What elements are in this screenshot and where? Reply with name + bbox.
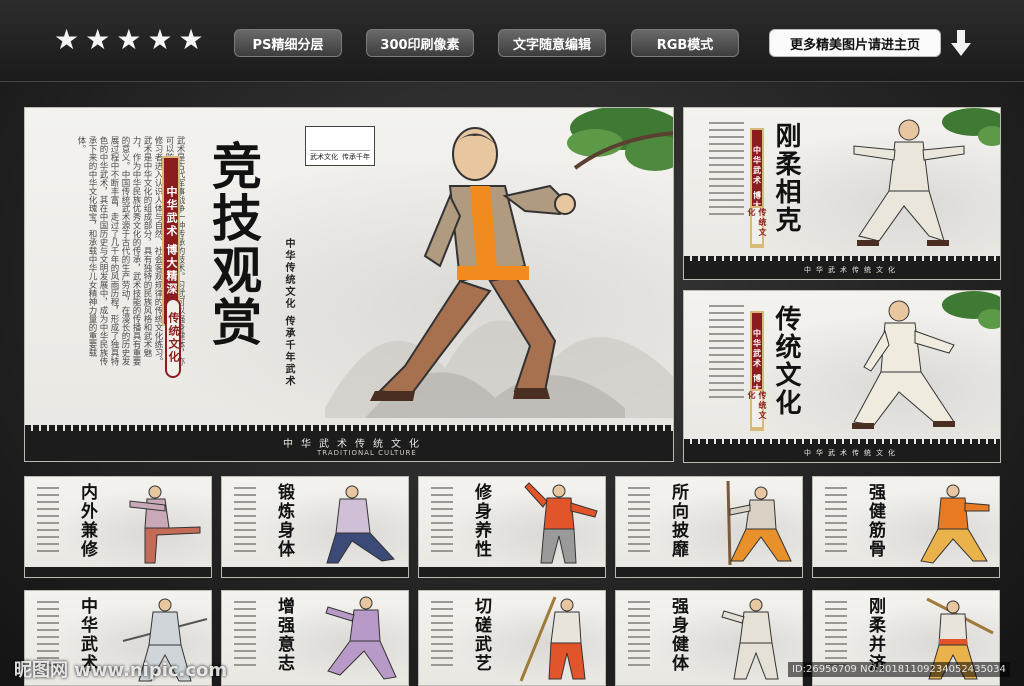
panel-title: 强健筋骨 [865, 483, 885, 559]
martial-artist-illustration [370, 127, 576, 401]
star-icon: ★ [178, 23, 204, 56]
page-title: 竞技观赏 [204, 140, 263, 348]
star-icon: ★ [85, 23, 111, 56]
culture-seal: 传统文化 [747, 206, 767, 246]
star-icon: ★ [116, 23, 142, 56]
badge-ps-layers: PS精细分层 [234, 29, 342, 57]
rating-stars: ★ ★ ★ ★ ★ [54, 26, 204, 54]
martial-artist-illustration [325, 596, 397, 680]
body-text-block [37, 487, 59, 557]
body-text-block: 武术是古代军事战争一种传承的技术。习武可以强身健体，亦可以防御敌人进攻。习武之人… [75, 136, 185, 366]
badge-300dpi: 300印刷像素 [366, 29, 474, 57]
panel-title: 修身养性 [471, 483, 491, 559]
panel-title: 切磋武艺 [471, 597, 491, 673]
band-subtitle: TRADITIONAL CULTURE [317, 449, 417, 457]
side-poster-1: 中华武术 博大精深 传统文化 刚柔相克 中华武术传统文化 [683, 107, 1001, 280]
down-arrow-icon[interactable] [950, 28, 972, 58]
more-images-link[interactable]: 更多精美图片请进主页 [769, 29, 941, 57]
small-poster: 增强意志 [221, 590, 409, 686]
panel-title: 内外兼修 [77, 483, 97, 559]
star-icon: ★ [147, 23, 173, 56]
bottom-band: 中华武术传统文化 [684, 439, 1000, 462]
culture-seal: 传统文化 [747, 389, 767, 429]
bottom-band [419, 567, 605, 577]
band-label: 中华武术传统文化 [804, 449, 900, 457]
band-label: 中华武术传统文化 [804, 266, 900, 274]
badge-editable-text: 文字随意编辑 [498, 29, 606, 57]
small-poster: 锻炼身体 [221, 476, 409, 578]
martial-artist-illustration [129, 485, 201, 564]
stamp-label: 武术文化 [310, 153, 338, 161]
body-text-block [825, 487, 847, 557]
body-text-block [431, 601, 453, 671]
main-poster: 武术是古代军事战争一种传承的技术。习武可以强身健体，亦可以防御敌人进攻。习武之人… [24, 107, 674, 462]
panel-title: 所向披靡 [668, 483, 688, 559]
small-poster: 内外兼修 [24, 476, 212, 578]
watermark-id: ID:26956709 NO:20181109234052435034 [788, 662, 1010, 677]
bottom-band [25, 567, 211, 577]
panel-title: 传统文化 [771, 305, 801, 417]
body-text-block [628, 487, 650, 557]
panel-title: 增强意志 [274, 597, 294, 673]
band-label: 中华武术传统文化 [283, 439, 427, 450]
small-poster: 强身健体 [615, 590, 803, 686]
small-poster: 所向披靡 [615, 476, 803, 578]
body-text-block [234, 487, 256, 557]
martial-artist-illustration [853, 119, 965, 246]
bottom-band: 中华武术传统文化 [684, 256, 1000, 279]
body-text-block [825, 601, 847, 671]
martial-artist-illustration [519, 596, 586, 682]
small-poster: 强健筋骨 [812, 476, 1000, 578]
watermark-site: 昵图网 www.nipic.com [14, 660, 228, 681]
side-caption: 中华传统文化 传承千年武术 [283, 238, 294, 388]
panel-title: 强身健体 [668, 597, 688, 673]
star-icon: ★ [54, 23, 80, 56]
martial-artist-illustration [726, 480, 792, 566]
small-poster: 修身养性 [418, 476, 606, 578]
martial-artist-illustration [920, 484, 990, 564]
martial-artist-illustration [852, 300, 955, 429]
panel-title: 刚柔相克 [771, 122, 801, 234]
bottom-band: 中华武术传统文化 TRADITIONAL CULTURE [25, 425, 673, 461]
bottom-band [616, 567, 802, 577]
body-text-block [628, 601, 650, 671]
badge-rgb-mode: RGB模式 [631, 29, 739, 57]
body-text-block [709, 122, 744, 220]
small-poster: 切磋武艺 [418, 590, 606, 686]
body-text-block [431, 487, 453, 557]
side-poster-2: 中华武术 博大精深 传统文化 传统文化 中华武术传统文化 [683, 290, 1001, 463]
martial-artist-illustration [524, 482, 598, 564]
panel-title: 锻炼身体 [274, 483, 294, 559]
body-text-block [234, 601, 256, 671]
top-toolbar: ★ ★ ★ ★ ★ PS精细分层 300印刷像素 文字随意编辑 RGB模式 更多… [0, 0, 1024, 82]
bottom-band [222, 567, 408, 577]
body-text-block [709, 305, 744, 403]
bottom-band [813, 567, 999, 577]
martial-artist-illustration [721, 598, 779, 680]
martial-artist-illustration [326, 485, 395, 564]
culture-seal: 传统文化 [165, 298, 181, 378]
